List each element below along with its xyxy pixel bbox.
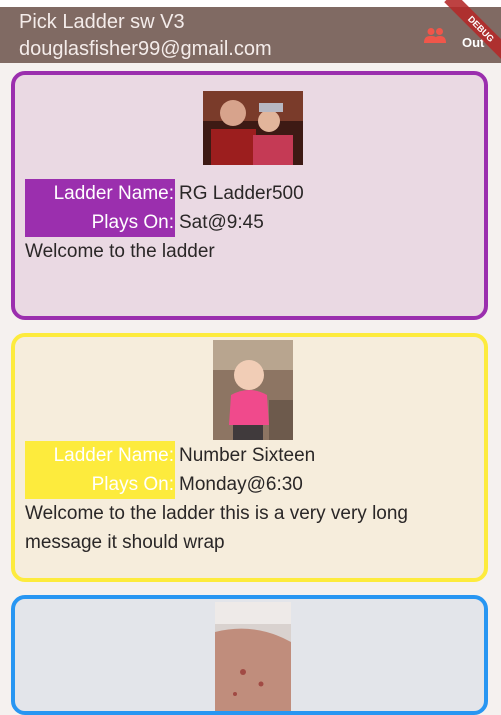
- ladder-photo: [213, 340, 293, 440]
- app-bar: Pick Ladder sw V3 douglasfisher99@gmail.…: [0, 0, 501, 66]
- plays-on-row: Plays On: Sat@9:45: [25, 208, 264, 237]
- plays-on-value: Monday@6:30: [179, 474, 303, 495]
- ladder-message: Welcome to the ladder: [25, 241, 215, 262]
- app-title: Pick Ladder sw V3: [19, 11, 185, 33]
- ladder-card[interactable]: Ladder Name: Number Sixteen Plays On: Mo…: [11, 333, 488, 582]
- ladder-card[interactable]: Ladder Name: RG Ladder500 Plays On: Sat@…: [11, 71, 488, 320]
- plays-on-label: Plays On:: [25, 470, 175, 499]
- ladder-name-value: RG Ladder500: [179, 183, 304, 204]
- people-icon[interactable]: [424, 27, 446, 43]
- ladder-name-row: Ladder Name: RG Ladder500: [25, 179, 304, 208]
- ladder-name-label: Ladder Name:: [25, 179, 175, 208]
- plays-on-value: Sat@9:45: [179, 212, 264, 233]
- user-email: douglasfisher99@gmail.com: [19, 38, 272, 60]
- ladder-name-row: Ladder Name: Number Sixteen: [25, 441, 315, 470]
- ladder-photo: [203, 91, 303, 165]
- ladder-name-label: Ladder Name:: [25, 441, 175, 470]
- plays-on-row: Plays On: Monday@6:30: [25, 470, 303, 499]
- ladder-card[interactable]: [11, 595, 488, 715]
- plays-on-label: Plays On:: [25, 208, 175, 237]
- ladder-name-value: Number Sixteen: [179, 445, 316, 466]
- status-strip: [0, 0, 501, 7]
- ladder-photo: [215, 602, 291, 711]
- ladder-message: Welcome to the ladder this is a very ver…: [25, 503, 408, 553]
- debug-banner: DEBUG: [444, 0, 501, 66]
